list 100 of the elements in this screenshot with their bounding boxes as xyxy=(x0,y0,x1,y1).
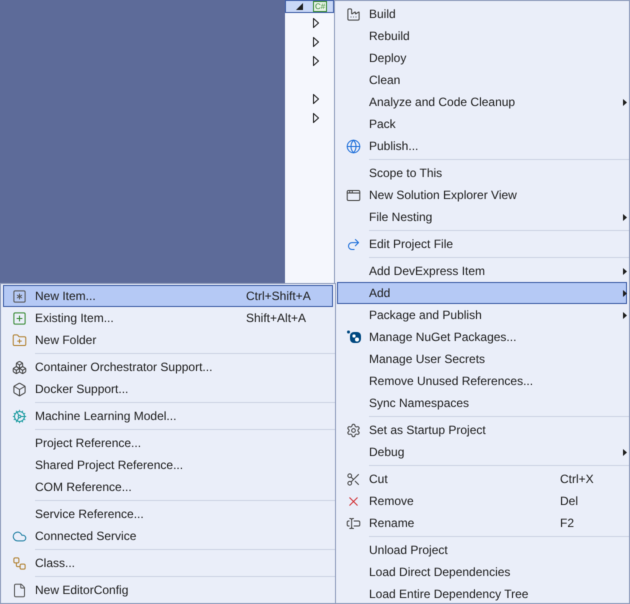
menu-item-label: New EditorConfig xyxy=(35,582,130,599)
square-asterisk-icon xyxy=(12,288,27,304)
menu-item-label: Service Reference... xyxy=(35,506,145,523)
menu-item[interactable]: Build xyxy=(337,3,627,25)
scissors-icon xyxy=(346,472,361,486)
menu-item[interactable]: Project Reference... xyxy=(3,432,333,454)
menu-item[interactable]: Existing Item... Shift+Alt+A xyxy=(3,307,333,329)
menu-item[interactable]: Rebuild xyxy=(337,25,627,47)
tree-row[interactable]: C# xyxy=(285,0,334,13)
menu-item-label: Rename xyxy=(369,515,416,532)
window-icon xyxy=(346,188,361,202)
redo-arrow-icon xyxy=(346,236,361,252)
menu-item-label: Publish... xyxy=(369,138,420,155)
menu-item[interactable]: Class... xyxy=(3,552,333,574)
menu-item-label: Existing Item... xyxy=(35,310,115,327)
menu-item-label: Add xyxy=(369,285,392,302)
menu-item[interactable]: Add DevExpress Item xyxy=(337,260,627,282)
submenu-arrow-icon xyxy=(623,98,627,106)
menu-item[interactable]: New Folder xyxy=(3,329,333,351)
submenu-arrow-icon xyxy=(623,214,627,220)
menu-item[interactable]: Cut Ctrl+X xyxy=(337,468,627,490)
menu-item[interactable]: Package and Publish xyxy=(337,304,627,326)
settings-icon xyxy=(346,422,361,438)
menu-item[interactable]: File Nesting xyxy=(337,206,627,228)
menu-item[interactable]: Unload Project xyxy=(337,539,627,561)
submenu-arrow-icon xyxy=(623,268,627,274)
menu-item-label: Project Reference... xyxy=(35,435,142,452)
menu-item-label: Manage NuGet Packages... xyxy=(369,329,518,346)
menu-item[interactable]: Machine Learning Model... xyxy=(3,405,333,427)
menu-item-label: Load Direct Dependencies xyxy=(369,564,512,581)
menu-item[interactable]: Remove Del xyxy=(337,490,627,512)
expanded-triangle-icon[interactable] xyxy=(296,3,303,10)
shortcut-text: Del xyxy=(560,494,578,508)
project-icon: C# xyxy=(313,1,328,12)
menu-item[interactable]: Load Entire Dependency Tree xyxy=(337,583,627,604)
menu-item-label: Container Orchestrator Support... xyxy=(35,359,214,376)
menu-item-label: Machine Learning Model... xyxy=(35,408,178,425)
menu-item-label: Shared Project Reference... xyxy=(35,457,184,474)
menu-item[interactable]: Remove Unused References... xyxy=(337,370,627,392)
submenu-arrow-icon xyxy=(623,448,627,456)
menu-item-label: Remove xyxy=(369,493,415,510)
cog-icon xyxy=(12,408,27,424)
menu-item[interactable]: Analyze and Code Cleanup xyxy=(337,91,627,113)
menu-item-label: Pack xyxy=(369,116,397,133)
menu-item-label: Class... xyxy=(35,555,76,572)
menu-item[interactable]: Service Reference... xyxy=(3,503,333,525)
menu-item[interactable]: Docker Support... xyxy=(3,378,333,400)
globe-icon xyxy=(346,138,361,154)
menu-item[interactable]: Connected Service xyxy=(3,525,333,547)
submenu-arrow-icon xyxy=(623,290,627,296)
menu-item-label: Debug xyxy=(369,444,406,461)
menu-item[interactable]: Container Orchestrator Support... xyxy=(3,356,333,378)
menu-item[interactable]: COM Reference... xyxy=(3,476,333,498)
menu-item[interactable]: Shared Project Reference... xyxy=(3,454,333,476)
menu-item[interactable]: New Item... Ctrl+Shift+A xyxy=(3,285,333,307)
text-cursor-icon xyxy=(346,516,361,530)
boxes-icon xyxy=(12,360,27,374)
menu-item-label: Connected Service xyxy=(35,528,138,545)
menu-item-label: New Item... xyxy=(35,288,97,305)
factory-icon xyxy=(346,6,361,22)
menu-item-label: Clean xyxy=(369,72,402,89)
menu-item[interactable]: Sync Namespaces xyxy=(337,392,627,414)
folder-icon xyxy=(12,332,27,348)
menu-item-label: Build xyxy=(369,6,397,23)
menu-item[interactable]: New EditorConfig xyxy=(3,579,333,601)
menu-item[interactable]: Add xyxy=(337,282,627,304)
menu-item-label: Unload Project xyxy=(369,542,449,559)
menu-item[interactable]: Publish... xyxy=(337,135,627,157)
menu-item[interactable]: Manage User Secrets xyxy=(337,348,627,370)
package-circles-icon xyxy=(346,329,362,345)
menu-item-label: Load Entire Dependency Tree xyxy=(369,586,530,603)
menu-item[interactable]: New Solution Explorer View xyxy=(337,184,627,206)
menu-item[interactable]: Rename F2 xyxy=(337,512,627,534)
menu-item[interactable]: Load Direct Dependencies xyxy=(337,561,627,583)
shortcut-text: Ctrl+Shift+A xyxy=(246,289,311,303)
menu-item[interactable]: Clean xyxy=(337,69,627,91)
menu-item-label: Docker Support... xyxy=(35,381,130,398)
menu-item-label: Scope to This xyxy=(369,165,444,182)
menu-item[interactable]: Debug xyxy=(337,441,627,463)
menu-item-label: Set as Startup Project xyxy=(369,422,487,439)
menu-item[interactable]: Deploy xyxy=(337,47,627,69)
menu-item-label: COM Reference... xyxy=(35,479,133,496)
menu-item-label: Analyze and Code Cleanup xyxy=(369,94,516,111)
menu-item-label: Deploy xyxy=(369,50,408,67)
menu-item-label: File Nesting xyxy=(369,209,434,226)
menu-item[interactable]: Scope to This xyxy=(337,162,627,184)
menu-item[interactable]: Pack xyxy=(337,113,627,135)
shortcut-text: Shift+Alt+A xyxy=(246,311,306,325)
menu-item[interactable]: Set as Startup Project xyxy=(337,419,627,441)
shortcut-text: Ctrl+X xyxy=(560,472,594,486)
menu-item-label: Package and Publish xyxy=(369,307,483,324)
menu-item-label: Remove Unused References... xyxy=(369,373,534,390)
square-plus-icon xyxy=(12,310,27,326)
menu-item-label: Manage User Secrets xyxy=(369,351,486,368)
class-diagram-icon xyxy=(12,556,27,570)
menu-item[interactable]: Manage NuGet Packages... xyxy=(337,326,627,348)
menu-item-label: Add DevExpress Item xyxy=(369,263,486,280)
menu-item-label: New Solution Explorer View xyxy=(369,187,518,204)
menu-item-label: Sync Namespaces xyxy=(369,395,470,412)
menu-item[interactable]: Edit Project File xyxy=(337,233,627,255)
